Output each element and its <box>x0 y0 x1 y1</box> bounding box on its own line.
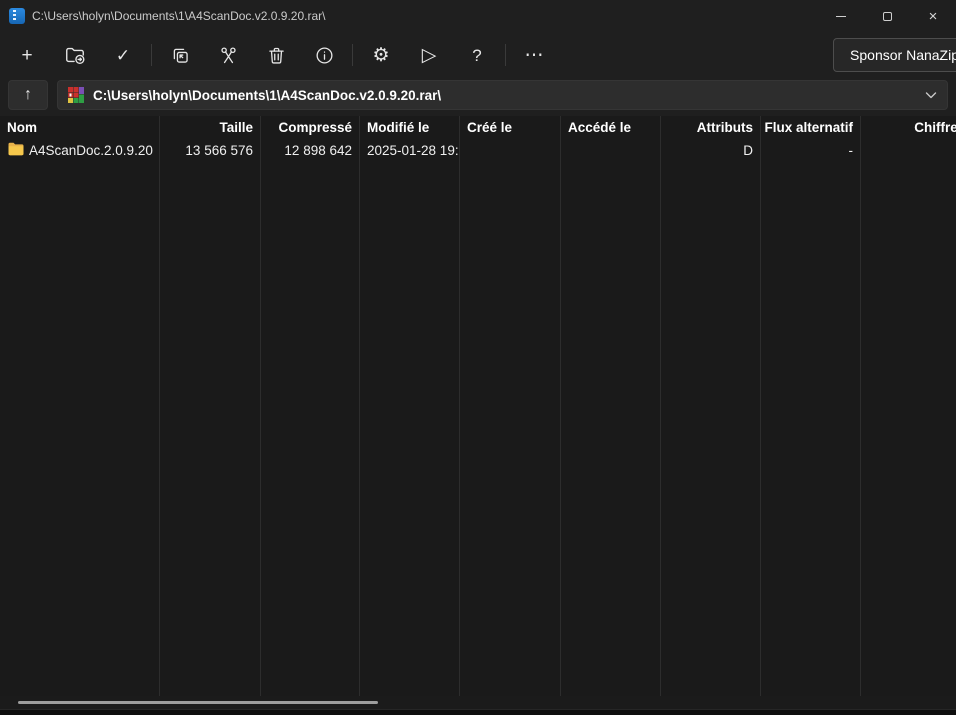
toolbar-separator <box>505 44 506 66</box>
column-attributs: Attributs D <box>661 116 761 696</box>
column-header-modifie-le[interactable]: Modifié le <box>360 116 459 139</box>
toolbar-separator <box>151 44 152 66</box>
sponsor-nanazip-button[interactable]: Sponsor NanaZip <box>833 38 956 72</box>
trash-icon <box>266 45 287 66</box>
up-directory-button[interactable]: ↑ <box>8 80 48 110</box>
file-row-packed-size: 12 898 642 <box>261 139 359 162</box>
column-header-accede-le[interactable]: Accédé le <box>561 116 660 139</box>
caption-buttons: × <box>818 0 956 32</box>
file-list: Nom A4ScanDoc.2.0.9.20 Taille 13 566 576… <box>0 116 956 696</box>
close-icon: × <box>929 9 938 24</box>
column-flux-alternatif: Flux alternatif - <box>761 116 861 696</box>
test-button[interactable]: ✓ <box>103 38 143 72</box>
path-combobox[interactable]: C:\Users\holyn\Documents\1\A4ScanDoc.v2.… <box>57 80 948 110</box>
file-name-label: A4ScanDoc.2.0.9.20 <box>29 143 153 158</box>
column-chiffrer: Chiffrer - <box>861 116 956 696</box>
horizontal-scrollbar[interactable] <box>0 696 956 709</box>
file-row-accessed <box>561 139 660 162</box>
column-header-flux-alternatif[interactable]: Flux alternatif <box>761 116 860 139</box>
copy-button[interactable] <box>160 38 200 72</box>
checkmark-icon: ✓ <box>116 47 130 64</box>
plus-icon: + <box>21 46 32 65</box>
scissors-icon <box>218 45 239 66</box>
address-path: C:\Users\holyn\Documents\1\A4ScanDoc.v2.… <box>93 88 916 103</box>
file-row-attributes: D <box>661 139 760 162</box>
toolbar: + ✓ <box>0 32 956 78</box>
play-icon: ▷ <box>422 46 437 65</box>
delete-button[interactable] <box>256 38 296 72</box>
rar-archive-icon <box>68 87 84 103</box>
gear-icon: ⚙ <box>372 46 389 65</box>
info-icon <box>314 45 335 66</box>
minimize-icon <box>836 16 846 17</box>
help-button[interactable]: ? <box>457 38 497 72</box>
more-button[interactable]: ⋯ <box>514 38 554 72</box>
column-header-nom[interactable]: Nom <box>0 116 159 139</box>
file-row-alt-stream: - <box>761 139 860 162</box>
file-row-created <box>460 139 560 162</box>
info-button[interactable] <box>304 38 344 72</box>
run-button[interactable]: ▷ <box>409 38 449 72</box>
options-button[interactable]: ⚙ <box>361 38 401 72</box>
file-row-size: 13 566 576 <box>160 139 260 162</box>
move-button[interactable] <box>208 38 248 72</box>
column-taille: Taille 13 566 576 <box>160 116 261 696</box>
maximize-icon <box>883 12 892 21</box>
window-bottom-edge <box>0 709 956 715</box>
up-arrow-icon: ↑ <box>24 86 32 104</box>
ellipsis-icon: ⋯ <box>525 46 544 65</box>
app-zip-icon <box>9 8 25 24</box>
extract-button[interactable] <box>55 38 95 72</box>
column-cree-le: Créé le <box>460 116 561 696</box>
titlebar: C:\Users\holyn\Documents\1\A4ScanDoc.v2.… <box>0 0 956 32</box>
chevron-down-icon[interactable] <box>925 86 937 104</box>
file-row-name[interactable]: A4ScanDoc.2.0.9.20 <box>0 139 159 162</box>
file-row-encrypted: - <box>861 139 956 162</box>
toolbar-separator <box>352 44 353 66</box>
column-header-attributs[interactable]: Attributs <box>661 116 760 139</box>
file-row-modified: 2025-01-28 19:… <box>360 139 459 162</box>
add-button[interactable]: + <box>7 38 47 72</box>
address-bar: ↑ C:\Users\holyn\Documents\1\A4ScanDoc.v… <box>0 78 956 116</box>
close-button[interactable]: × <box>910 0 956 32</box>
maximize-button[interactable] <box>864 0 910 32</box>
nanazip-window: C:\Users\holyn\Documents\1\A4ScanDoc.v2.… <box>0 0 956 715</box>
column-header-taille[interactable]: Taille <box>160 116 260 139</box>
column-nom: Nom A4ScanDoc.2.0.9.20 <box>0 116 160 696</box>
column-header-cree-le[interactable]: Créé le <box>460 116 560 139</box>
extract-folder-icon <box>64 44 86 66</box>
column-compresse: Compressé 12 898 642 <box>261 116 360 696</box>
column-header-chiffrer[interactable]: Chiffrer <box>861 116 956 139</box>
copy-icon <box>170 45 191 66</box>
question-icon: ? <box>472 47 481 64</box>
window-title: C:\Users\holyn\Documents\1\A4ScanDoc.v2.… <box>32 9 325 23</box>
minimize-button[interactable] <box>818 0 864 32</box>
sponsor-label: Sponsor NanaZip <box>850 47 956 63</box>
column-modifie-le: Modifié le 2025-01-28 19:… <box>360 116 460 696</box>
column-accede-le: Accédé le <box>561 116 661 696</box>
folder-icon <box>8 142 24 159</box>
horizontal-scrollbar-thumb[interactable] <box>18 701 378 704</box>
column-header-compresse[interactable]: Compressé <box>261 116 359 139</box>
